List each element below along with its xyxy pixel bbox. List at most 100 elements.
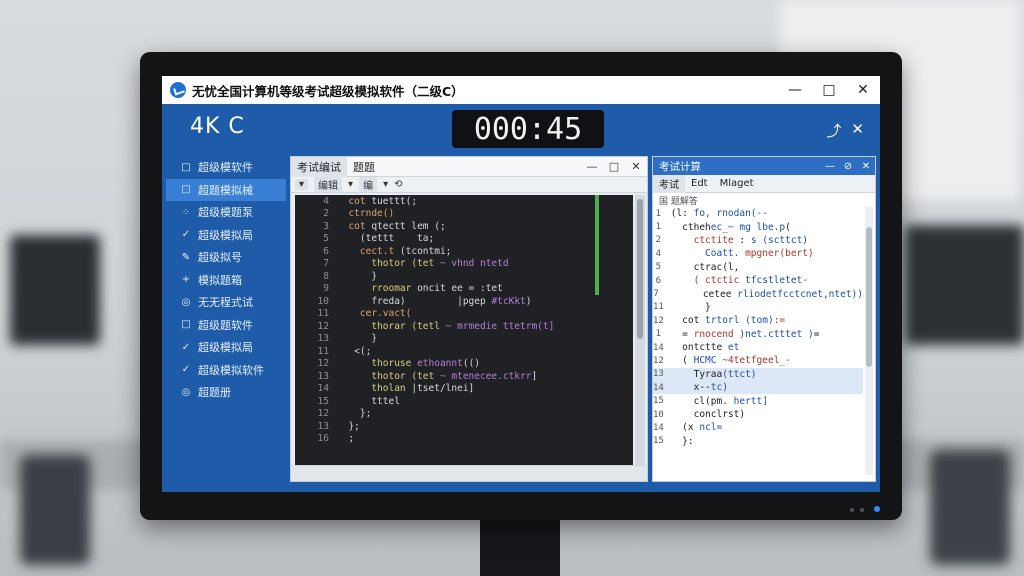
close-button[interactable]: ✕: [846, 76, 880, 104]
toolbar-dropdown-button[interactable]: ▾: [295, 179, 309, 190]
line-number: 8: [323, 270, 329, 282]
answer-line[interactable]: 4 Coatt. mpgner(bert): [653, 247, 863, 260]
tab-edit[interactable]: Edt: [685, 178, 714, 189]
code-line[interactable]: 5 (tettt ta;: [295, 233, 633, 246]
answer-minimize-button[interactable]: —: [821, 161, 839, 172]
answer-line[interactable]: 6 ( ctctic tfcstletet-: [653, 274, 863, 287]
minimize-button[interactable]: —: [778, 76, 812, 104]
sidebar-item[interactable]: ✎ 超级拟号: [166, 246, 286, 269]
tab-question[interactable]: 题题: [347, 157, 381, 177]
background-chair-left: [20, 455, 90, 565]
answer-subheader: 国 题解答: [659, 196, 698, 207]
answer-line[interactable]: 14 x-- tc): [653, 381, 863, 395]
sidebar-item[interactable]: ⁘ 超级模题泵: [166, 201, 286, 224]
sidebar-item[interactable]: ✓ 超级模拟局: [166, 224, 286, 247]
answer-close-button[interactable]: ✕: [857, 161, 875, 172]
editor-minimize-button[interactable]: —: [581, 160, 603, 173]
code-token: qtectt lem (;: [365, 220, 446, 232]
answer-line[interactable]: 14 (x ncl=: [653, 421, 863, 434]
monitor-button[interactable]: [850, 508, 854, 512]
toolbar-undo-icon[interactable]: ⟲: [394, 179, 402, 190]
code-line[interactable]: 8 }: [295, 270, 633, 283]
code-token: (: [665, 355, 694, 367]
sidebar-item-label: 模拟题箱: [198, 273, 242, 287]
code-line[interactable]: 13 };: [295, 420, 633, 433]
answer-line[interactable]: 11 }: [653, 301, 863, 314]
code-line[interactable]: 11 <(;: [295, 345, 633, 358]
code-token: cot: [665, 315, 700, 327]
code-line[interactable]: 6 cect.t (tcontmi;: [295, 245, 633, 258]
exit-icon[interactable]: ✕: [851, 120, 864, 141]
editor-maximize-button[interactable]: □: [603, 160, 625, 173]
answer-line[interactable]: 10 conclrst): [653, 408, 863, 421]
sidebar-item[interactable]: □ 超级模软件: [166, 156, 286, 179]
tab-manage[interactable]: Mlaget: [714, 178, 760, 189]
code-token: }: [665, 301, 711, 313]
sidebar-item-label: 超级拟号: [198, 251, 242, 265]
sidebar-item[interactable]: □ 超题模拟械: [166, 178, 286, 201]
monitor-button[interactable]: [860, 508, 864, 512]
code-line[interactable]: 12 thorar (tetl ~ mrmedie ttetrm(t]: [295, 320, 633, 333]
sidebar-item[interactable]: ◎ 无无程式试: [166, 291, 286, 314]
toolbar-chevron-icon[interactable]: ▾: [383, 179, 388, 190]
answer-line[interactable]: 1 ctheh ec_~ mg lbe.p(: [653, 220, 863, 233]
toolbar-edit-button[interactable]: 编辑: [314, 177, 343, 192]
code-line[interactable]: 13 }: [295, 333, 633, 346]
sidebar-item[interactable]: □ 超级题软件: [166, 314, 286, 337]
editor-close-button[interactable]: ✕: [625, 160, 647, 173]
editor-scrollbar[interactable]: [635, 195, 645, 465]
code-line[interactable]: 13 thotor (tet ~ mtenecee.ctkrr]: [295, 370, 633, 383]
code-line[interactable]: 7 thotor (tet ~ vhnd ntetd: [295, 258, 633, 271]
answer-line[interactable]: 13 Tyraa (ttct): [653, 367, 863, 382]
toolbar-chevron-icon[interactable]: ▾: [348, 179, 353, 190]
toolbar-format-button[interactable]: 编: [359, 177, 378, 192]
answer-line[interactable]: 7 cetee rliodetfcctcnet,ntet)): [653, 287, 863, 300]
answer-line[interactable]: 15 cl(pm. hertt]: [653, 394, 863, 407]
code-line[interactable]: 10 freda) |pgep #tcKkt): [295, 295, 633, 308]
code-token: }: [337, 270, 378, 282]
editor-scrollbar-thumb[interactable]: [637, 199, 643, 339]
answer-scrollbar[interactable]: [865, 207, 873, 475]
answer-line[interactable]: 5 ctrac(l,: [653, 261, 863, 274]
code-editor-window: 考试编试 题题 — □ ✕ ▾ 编辑 ▾ 编 ▾ ⟲ 4 cot tuettt(…: [290, 156, 648, 482]
line-number: 16: [317, 433, 329, 445]
maximize-button[interactable]: □: [812, 76, 846, 104]
upload-icon[interactable]: ⤴: [826, 120, 841, 141]
answer-line[interactable]: 1 = rnocend )net.ctttet ) =: [653, 328, 863, 341]
tab-exam[interactable]: 考试: [653, 174, 685, 193]
answer-line[interactable]: 14 ontctte et: [653, 341, 863, 354]
sidebar-item[interactable]: + 模拟题箱: [166, 269, 286, 292]
code-token: fo, rnodan(--: [687, 208, 768, 220]
code-line[interactable]: 11 cer.vact(: [295, 308, 633, 321]
code-line[interactable]: 9 rroomar oncit ee = :tet: [295, 283, 633, 296]
code-token: ~ vhnd ntetd: [434, 258, 509, 270]
code-line[interactable]: 12 };: [295, 408, 633, 421]
code-token: rnocend: [687, 328, 734, 340]
answer-scrollbar-thumb[interactable]: [866, 227, 872, 367]
line-number: 13: [317, 370, 329, 382]
answer-restore-button[interactable]: ⊘: [839, 161, 857, 172]
sidebar-item-icon: □: [181, 319, 191, 331]
code-token: (tcontmi;: [394, 245, 452, 257]
editor-window-controls: — □ ✕: [581, 160, 647, 173]
code-line[interactable]: 3 cot qtectt lem (;: [295, 220, 633, 233]
answer-line[interactable]: 1 (l: fo, rnodan(--: [653, 207, 863, 220]
sidebar-item[interactable]: ◎ 超题册: [166, 381, 286, 404]
code-line[interactable]: 16 ;: [295, 433, 633, 446]
answer-line[interactable]: 15 }:: [653, 435, 863, 448]
answer-line[interactable]: 2 ctctite : s (scttct): [653, 234, 863, 247]
sidebar-item-icon: □: [181, 184, 191, 196]
code-token: tfcstletet-: [739, 275, 808, 287]
answer-code-view[interactable]: 1 (l: fo, rnodan(-- 1 ctheh ec_~ mg lbe.p(…: [653, 207, 863, 448]
answer-line[interactable]: 12 cot trtorl (tom):=: [653, 314, 863, 327]
tab-exam-edit[interactable]: 考试编试: [291, 156, 347, 177]
code-line[interactable]: 4 cot tuettt(;: [295, 195, 633, 208]
code-line[interactable]: 14 tholan |tset/lnei]: [295, 383, 633, 396]
sidebar-item[interactable]: ✓ 超级模拟局: [166, 336, 286, 359]
code-line[interactable]: 15 tttel: [295, 395, 633, 408]
code-line[interactable]: 12 thoruse ethoannt((): [295, 358, 633, 371]
answer-line[interactable]: 12 ( HCMC ~4tetfgeel_-: [653, 354, 863, 367]
code-area[interactable]: 4 cot tuettt(; 2 ctrnde() 3 cot qtectt lem…: [295, 195, 633, 465]
sidebar-item[interactable]: ✓ 超级模拟软件: [166, 359, 286, 382]
code-line[interactable]: 2 ctrnde(): [295, 208, 633, 221]
